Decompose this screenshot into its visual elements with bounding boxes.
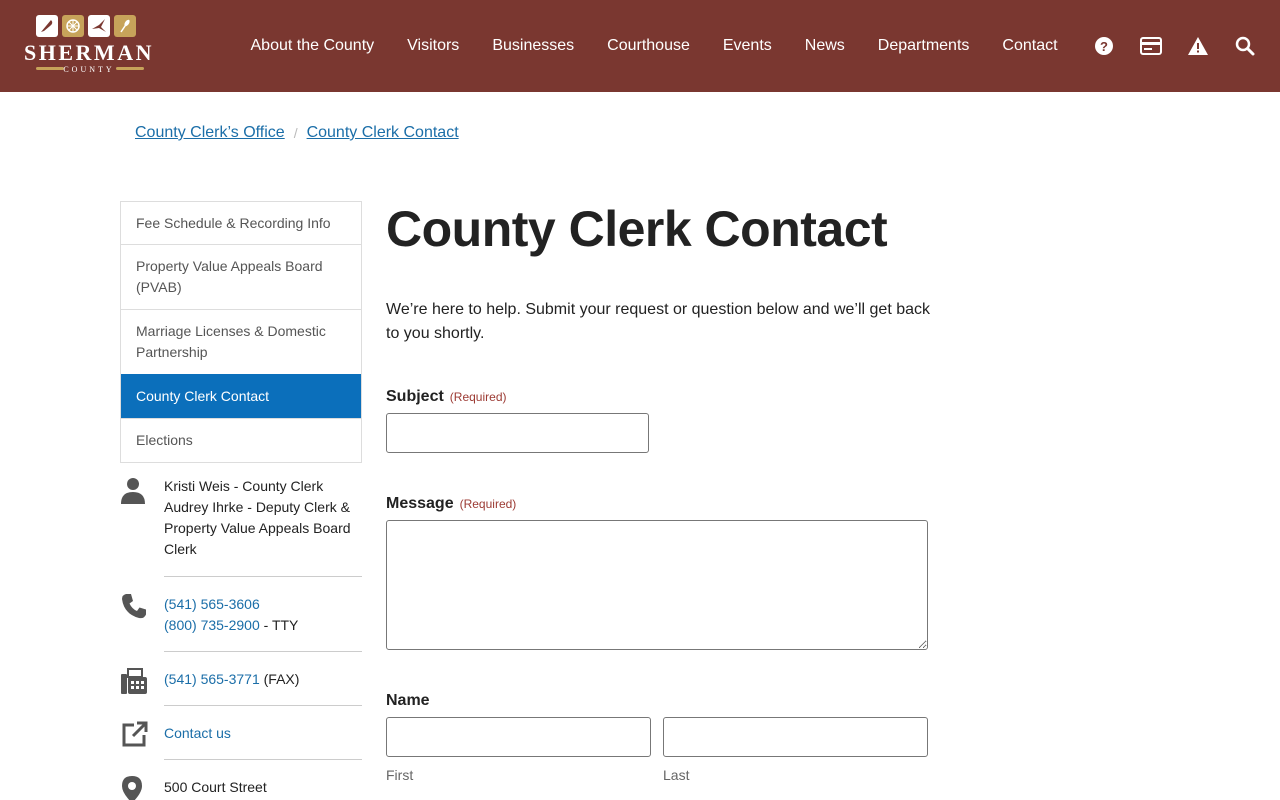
name-label: Name xyxy=(386,692,430,709)
logo-wordmark: SHERMAN xyxy=(24,40,154,65)
contact-divider xyxy=(164,576,362,577)
logo-icons xyxy=(36,15,136,37)
nav-about-the-county[interactable]: About the County xyxy=(234,37,391,55)
contact-us: Contact us xyxy=(120,721,362,751)
wheel-icon xyxy=(62,15,84,37)
contact-divider xyxy=(164,705,362,706)
bird-icon xyxy=(88,15,110,37)
subnav-item-fee-schedule[interactable]: Fee Schedule & Recording Info xyxy=(121,202,361,244)
contact-fax: (541) 565-3771 (FAX) xyxy=(120,667,362,697)
nav-businesses[interactable]: Businesses xyxy=(476,37,591,55)
last-name-sublabel: Last xyxy=(663,767,690,783)
payment-card-icon[interactable] xyxy=(1136,0,1166,92)
svg-text:?: ? xyxy=(1100,39,1108,54)
first-name-sublabel: First xyxy=(386,767,414,783)
fax-link[interactable]: (541) 565-3771 xyxy=(164,671,260,687)
first-name-input[interactable] xyxy=(386,717,651,757)
contact-divider xyxy=(164,759,362,760)
message-label: Message (Required) xyxy=(386,495,517,512)
external-link-icon xyxy=(120,721,148,749)
section-subnav: Fee Schedule & Recording Info Property V… xyxy=(120,201,362,463)
contact-address: 500 Court Street xyxy=(120,775,362,800)
nav-events[interactable]: Events xyxy=(706,37,788,55)
contact-us-link[interactable]: Contact us xyxy=(164,725,231,741)
subnav-item-elections[interactable]: Elections xyxy=(121,418,361,462)
contact-divider xyxy=(164,651,362,652)
breadcrumb: County Clerk’s Office / County Clerk Con… xyxy=(135,124,459,142)
breadcrumb-county-clerks-office[interactable]: County Clerk’s Office xyxy=(135,124,285,142)
contact-phones: (541) 565-3606 (800) 735-2900 - TTY xyxy=(120,592,362,637)
tty-label: - TTY xyxy=(259,617,299,633)
fax-label: (FAX) xyxy=(259,671,300,687)
nav-courthouse[interactable]: Courthouse xyxy=(591,37,707,55)
contact-person-deputy: Audrey Ihrke - Deputy Clerk & Property V… xyxy=(164,499,351,557)
tty-phone-link[interactable]: (800) 735-2900 xyxy=(164,617,260,633)
last-name-input[interactable] xyxy=(663,717,928,757)
contact-people: Kristi Weis - County Clerk Audrey Ihrke … xyxy=(120,476,362,566)
phone-icon xyxy=(120,592,148,620)
feather-icon xyxy=(36,15,58,37)
subnav-item-county-clerk-contact[interactable]: County Clerk Contact xyxy=(121,374,361,418)
nav-departments[interactable]: Departments xyxy=(861,37,986,55)
nav-visitors[interactable]: Visitors xyxy=(391,37,476,55)
alert-icon[interactable] xyxy=(1183,0,1213,92)
subject-input[interactable] xyxy=(386,413,649,453)
logo-swirl-right xyxy=(116,67,144,70)
intro-text: We’re here to help. Submit your request … xyxy=(386,301,931,342)
message-textarea[interactable] xyxy=(386,520,928,650)
breadcrumb-county-clerk-contact[interactable]: County Clerk Contact xyxy=(307,124,459,142)
subnav-item-marriage-licenses[interactable]: Marriage Licenses & Domestic Partnership xyxy=(121,309,361,374)
address-text: 500 Court Street xyxy=(164,779,267,795)
search-icon[interactable] xyxy=(1230,0,1260,92)
required-indicator: (Required) xyxy=(449,390,507,404)
nav-contact[interactable]: Contact xyxy=(986,37,1074,55)
site-header: SHERMAN COUNTY About the County Visitors… xyxy=(0,0,1280,92)
main-nav: About the County Visitors Businesses Cou… xyxy=(234,0,1074,92)
nav-news[interactable]: News xyxy=(788,37,861,55)
subject-label: Subject (Required) xyxy=(386,388,507,405)
phone-link[interactable]: (541) 565-3606 xyxy=(164,596,260,612)
contact-person-clerk: Kristi Weis - County Clerk xyxy=(164,478,324,494)
fax-icon xyxy=(120,667,148,695)
required-indicator: (Required) xyxy=(459,497,517,511)
subnav-item-pvab[interactable]: Property Value Appeals Board (PVAB) xyxy=(121,244,361,309)
county-logo[interactable]: SHERMAN COUNTY xyxy=(18,15,160,77)
page-title: County Clerk Contact xyxy=(386,201,888,257)
help-icon[interactable]: ? xyxy=(1089,0,1119,92)
breadcrumb-separator: / xyxy=(293,125,298,141)
wheat-icon xyxy=(114,15,136,37)
person-icon xyxy=(120,476,148,504)
map-pin-icon xyxy=(120,775,148,800)
